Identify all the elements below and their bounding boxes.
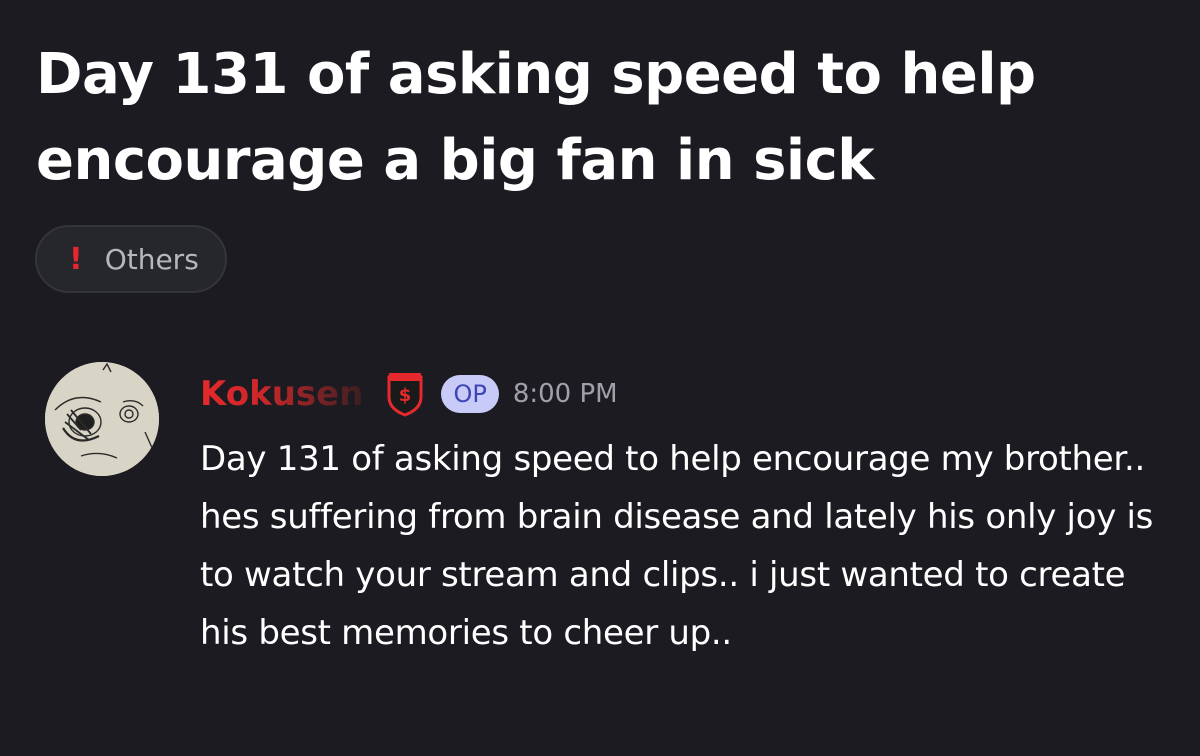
username[interactable]: Kokusen bbox=[200, 374, 363, 414]
timestamp: 8:00 PM bbox=[512, 379, 618, 409]
speed-utd-badge-icon[interactable]: $ bbox=[385, 371, 425, 417]
exclamation-icon: ! bbox=[69, 241, 83, 277]
avatar[interactable] bbox=[45, 362, 159, 476]
message-header: Kokusen $ OP 8:00 PM bbox=[200, 362, 1160, 426]
tag-label: Others bbox=[104, 242, 199, 276]
tag-others[interactable]: ! Others bbox=[35, 225, 227, 293]
svg-text:$: $ bbox=[399, 385, 412, 406]
avatar-drawing bbox=[45, 362, 159, 476]
message-body: Kokusen $ OP 8:00 PM Day 131 of asking s… bbox=[200, 362, 1160, 662]
op-badge: OP bbox=[441, 375, 499, 413]
message-text: Day 131 of asking speed to help encourag… bbox=[200, 439, 1154, 653]
thread-title: Day 131 of asking speed to help encourag… bbox=[36, 42, 1036, 193]
